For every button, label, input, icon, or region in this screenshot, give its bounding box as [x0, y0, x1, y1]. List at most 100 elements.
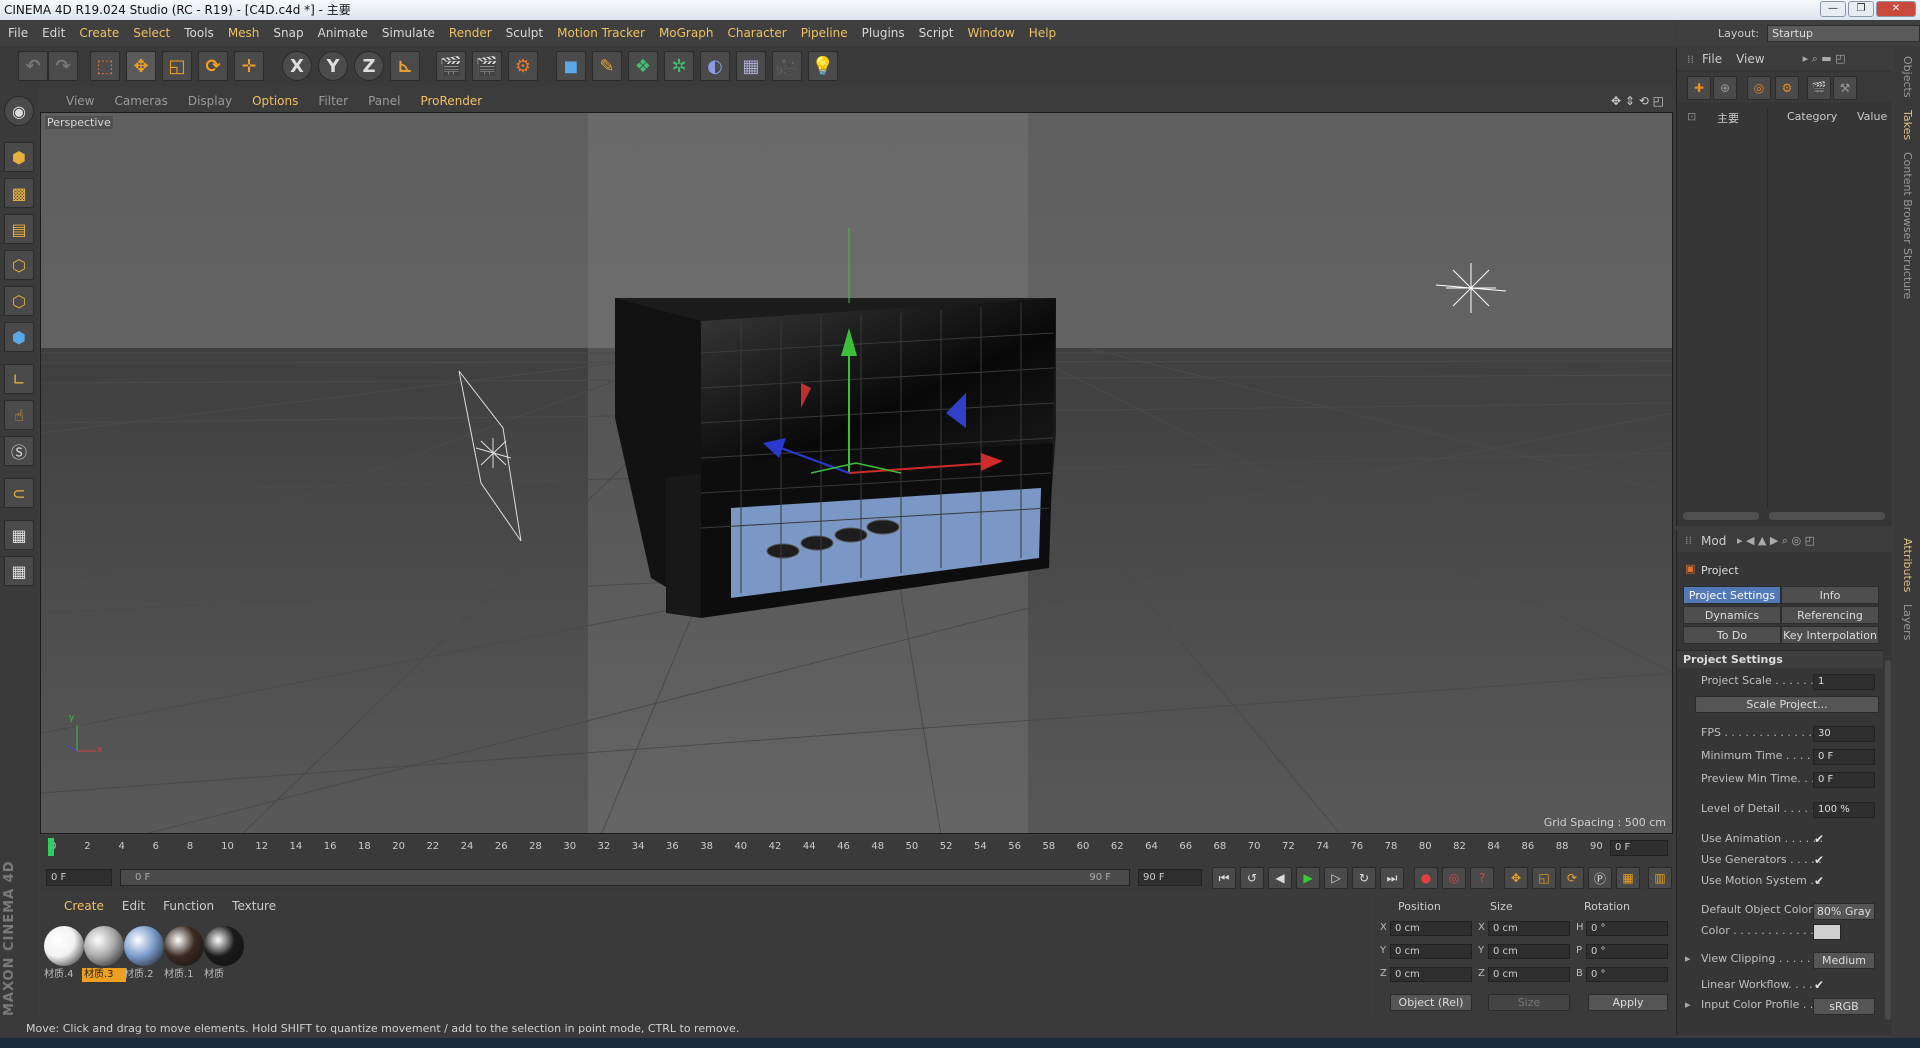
pos-x-field[interactable]: 0 cm [1390, 921, 1472, 936]
polygons-mode-icon[interactable]: ⬢ [4, 322, 34, 352]
undo-icon[interactable]: ↶ [18, 51, 48, 81]
size-x-field[interactable]: 0 cm [1488, 921, 1570, 936]
maximize-button[interactable]: ❐ [1848, 1, 1874, 17]
record-icon[interactable]: ● [1414, 867, 1438, 889]
material-menu-texture[interactable]: Texture [232, 899, 276, 913]
close-button[interactable]: ✕ [1876, 1, 1916, 17]
tweak-mode-icon[interactable]: ☝ [4, 400, 34, 430]
material-item[interactable]: 材质.4 [42, 924, 86, 982]
rot-p-field[interactable]: 0 ° [1586, 944, 1668, 959]
take-render-icon[interactable]: 🎬 [1807, 76, 1831, 100]
menu-mesh[interactable]: Mesh [228, 26, 260, 40]
take-auto-icon[interactable]: ⚙ [1775, 76, 1799, 100]
project-scale-field[interactable]: 1 [1813, 674, 1875, 690]
menu-help[interactable]: Help [1029, 26, 1056, 40]
horizontal-scrollbar[interactable] [1683, 512, 1759, 520]
key-parameter-icon[interactable]: Ⓟ [1588, 867, 1612, 889]
preview-min-field[interactable]: 0 F [1813, 772, 1875, 788]
rot-b-field[interactable]: 0 ° [1586, 967, 1668, 982]
menu-sculpt[interactable]: Sculpt [506, 26, 543, 40]
live-selection-icon[interactable]: ⬚ [90, 51, 120, 81]
points-mode-icon[interactable]: ⬡ [4, 250, 34, 280]
side-tab-objects[interactable]: Objects [1901, 56, 1914, 98]
viewport-menu-filter[interactable]: Filter [318, 94, 348, 108]
next-frame-icon[interactable]: ▷ [1324, 867, 1348, 889]
lod-field[interactable]: 100 % [1813, 802, 1875, 818]
menu-script[interactable]: Script [919, 26, 954, 40]
keyframe-selection-icon[interactable]: ? [1470, 867, 1494, 889]
axis-mode-icon[interactable]: ∟ [4, 364, 34, 394]
menu-plugins[interactable]: Plugins [862, 26, 905, 40]
light-icon[interactable]: 💡 [808, 51, 838, 81]
take-override-icon[interactable]: ◎ [1747, 76, 1771, 100]
color-swatch[interactable] [1813, 924, 1841, 940]
rotate-icon[interactable]: ⟳ [198, 51, 228, 81]
apply-button[interactable]: Apply [1588, 994, 1668, 1011]
material-item[interactable]: 材质.3 [82, 924, 126, 982]
menu-window[interactable]: Window [967, 26, 1014, 40]
material-menu-create[interactable]: Create [64, 899, 104, 913]
key-scale-icon[interactable]: ◱ [1532, 867, 1556, 889]
render-picture-viewer-icon[interactable]: 🎬 [472, 51, 502, 81]
material-menu-edit[interactable]: Edit [122, 899, 145, 913]
menu-animate[interactable]: Animate [318, 26, 368, 40]
menu-motion-tracker[interactable]: Motion Tracker [557, 26, 645, 40]
material-item[interactable]: 材质 [202, 924, 246, 982]
pos-z-field[interactable]: 0 cm [1390, 967, 1472, 982]
model-mode-icon[interactable]: ⬢ [4, 142, 34, 172]
use-motion-checkbox[interactable]: ✔ [1814, 874, 1824, 888]
move-icon[interactable]: ✥ [126, 51, 156, 81]
expand-arrow-icon[interactable]: ▸ [1685, 998, 1691, 1011]
next-key-icon[interactable]: ↻ [1352, 867, 1376, 889]
cloner-icon[interactable]: ✲ [664, 51, 694, 81]
transform-icon[interactable]: ✛ [234, 51, 264, 81]
viewport-menu-prorender[interactable]: ProRender [420, 94, 482, 108]
key-position-icon[interactable]: ✥ [1504, 867, 1528, 889]
grip-icon[interactable]: ⁞⁞ [1687, 53, 1694, 66]
scheme-icon[interactable]: ▥ [1648, 867, 1672, 889]
layout-select[interactable]: Startup [1767, 24, 1920, 42]
viewport-nav-icons[interactable]: ✥ ⇕ ⟲ ◰ [1611, 94, 1664, 108]
end-frame-field[interactable]: 90 F [1138, 869, 1202, 886]
view-clipping-select[interactable]: Medium [1813, 952, 1875, 969]
take-lock-icon[interactable]: ⚒ [1833, 76, 1857, 100]
timeline-ruler[interactable]: 0246810121416182022242628303234363840424… [40, 836, 1673, 860]
default-color-select[interactable]: 80% Gray [1813, 903, 1875, 920]
coordinate-system-icon[interactable]: ⊾ [390, 51, 420, 81]
menu-create[interactable]: Create [79, 26, 119, 40]
planar-workplane-icon[interactable]: ▦ [4, 556, 34, 586]
side-tab-layers[interactable]: Layers [1901, 604, 1914, 640]
redo-icon[interactable]: ↷ [48, 51, 78, 81]
cube-icon[interactable]: ◼ [556, 51, 586, 81]
viewport-menu-display[interactable]: Display [188, 94, 232, 108]
autokey-icon[interactable]: ◎ [1442, 867, 1466, 889]
pos-y-field[interactable]: 0 cm [1390, 944, 1472, 959]
take-clone-icon[interactable]: ⊕ [1713, 76, 1737, 100]
play-icon[interactable]: ▶ [1296, 867, 1320, 889]
menu-file[interactable]: File [8, 26, 28, 40]
previous-key-icon[interactable]: ↺ [1240, 867, 1264, 889]
grip-icon[interactable]: ⁞⁞ [1685, 534, 1692, 547]
camera-icon[interactable]: 🎥 [772, 51, 802, 81]
menu-edit[interactable]: Edit [42, 26, 65, 40]
y-axis-lock-button[interactable]: Y [318, 51, 348, 81]
current-frame-field[interactable]: 0 F [1610, 840, 1668, 856]
size-y-field[interactable]: 0 cm [1488, 944, 1570, 959]
material-item[interactable]: 材质.1 [162, 924, 206, 982]
menu-tools[interactable]: Tools [184, 26, 214, 40]
deformer-icon[interactable]: ◐ [700, 51, 730, 81]
make-editable-icon[interactable]: ◉ [4, 96, 34, 126]
object-menu-file[interactable]: File [1702, 52, 1722, 66]
menu-character[interactable]: Character [727, 26, 786, 40]
side-tab-takes[interactable]: Takes [1901, 110, 1914, 140]
previous-frame-icon[interactable]: ◀ [1268, 867, 1292, 889]
floor-icon[interactable]: ▦ [736, 51, 766, 81]
rot-h-field[interactable]: 0 ° [1586, 921, 1668, 936]
fps-field[interactable]: 30 [1813, 726, 1875, 742]
snapping-icon[interactable]: ⊂ [4, 478, 34, 508]
minimize-button[interactable]: — [1820, 1, 1846, 17]
material-item[interactable]: 材质.2 [122, 924, 166, 982]
go-to-start-icon[interactable]: ⏮ [1212, 867, 1236, 889]
edges-mode-icon[interactable]: ⬡ [4, 286, 34, 316]
tab-dynamics[interactable]: Dynamics [1683, 606, 1781, 624]
